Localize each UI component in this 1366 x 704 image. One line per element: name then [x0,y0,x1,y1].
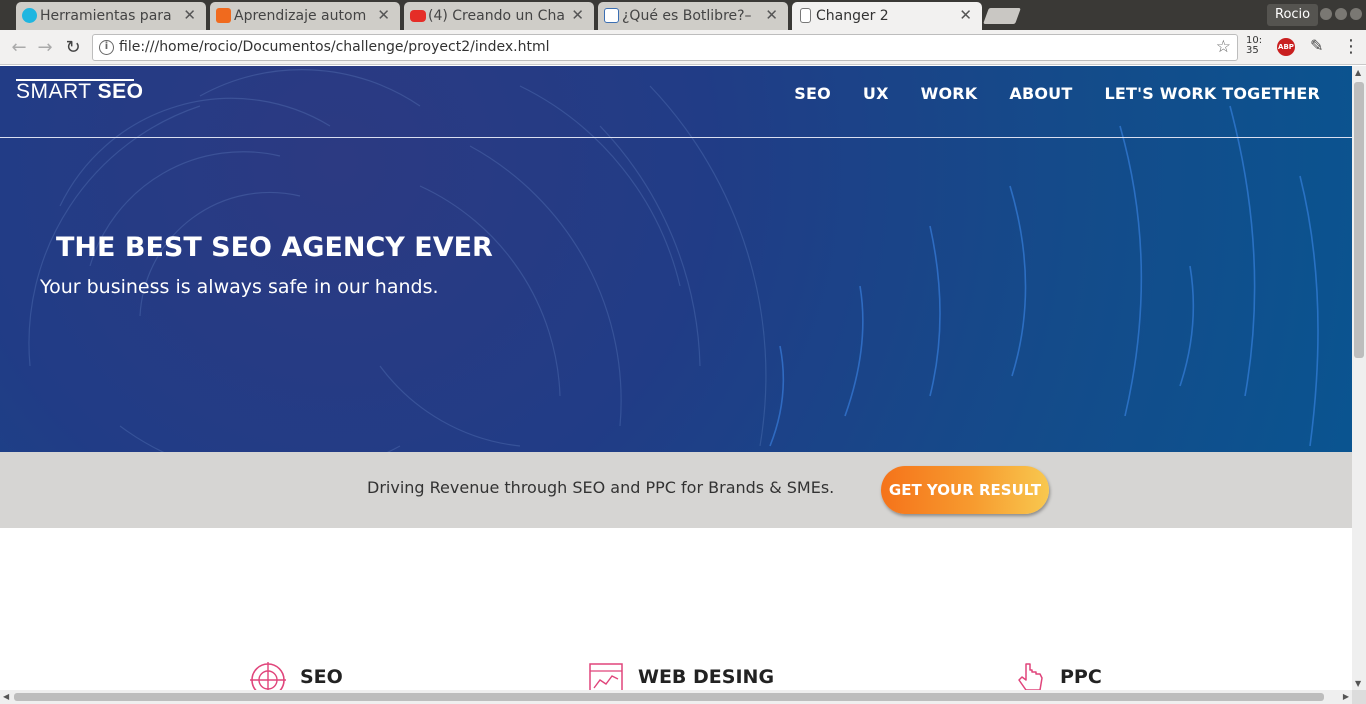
clock-extension-icon[interactable]: 10: 35 [1246,36,1262,56]
info-icon[interactable]: i [99,40,114,55]
tab-herramientas[interactable]: Herramientas para ✕ [16,2,206,30]
profile-button[interactable]: Rocio [1267,4,1319,26]
vertical-scrollbar[interactable]: ▲ ▼ [1352,66,1366,690]
service-ppc[interactable]: PPC [1014,662,1102,690]
browser-toolbar: ← → ↻ i file:///home/rocio/Documentos/ch… [0,30,1366,65]
nav-seo[interactable]: SEO [794,84,831,103]
tab-title: Herramientas para [40,8,172,24]
tab-botlibre[interactable]: ¿Qué es Botlibre?– ✕ [598,2,788,30]
tab-title: (4) Creando un Cha [428,8,565,24]
close-tab-icon[interactable]: ✕ [571,6,584,24]
nav-lets-work-together[interactable]: LET'S WORK TOGETHER [1104,84,1320,103]
logo-bold-text: SEO [97,80,144,103]
site-logo[interactable]: SMART SEO [16,79,144,104]
horizontal-scrollbar[interactable]: ◀ ▶ [0,690,1352,704]
vertical-scroll-thumb[interactable] [1354,82,1364,358]
hero-section: SMART SEO SEO UX WORK ABOUT LET'S WORK T… [0,66,1352,452]
service-label: SEO [300,666,343,688]
document-icon [800,8,811,23]
services-row: SEO WEB DESING PPC [0,662,1352,690]
address-bar[interactable]: i file:///home/rocio/Documentos/challeng… [92,34,1238,61]
service-label: PPC [1060,666,1102,688]
nav-work[interactable]: WORK [921,84,978,103]
scrollbar-corner [1352,690,1366,704]
bookmark-star-icon[interactable]: ☆ [1216,37,1231,57]
get-your-result-button[interactable]: GET YOUR RESULT [881,466,1049,514]
hero-title: THE BEST SEO AGENCY EVER [56,232,493,263]
page-icon [604,8,619,23]
close-tab-icon[interactable]: ✕ [377,6,390,24]
close-tab-icon[interactable]: ✕ [959,6,972,24]
forward-icon[interactable]: → [34,37,56,59]
nav-about[interactable]: ABOUT [1009,84,1072,103]
main-navigation: SEO UX WORK ABOUT LET'S WORK TOGETHER [794,84,1320,103]
tab-youtube[interactable]: (4) Creando un Cha ✕ [404,2,594,30]
cube-icon [216,8,231,23]
tab-aprendizaje[interactable]: Aprendizaje autom ✕ [210,2,400,30]
bot-icon [22,8,37,23]
logo-light-text: SMART [16,80,92,103]
minimize-icon[interactable] [1320,8,1332,20]
page-viewport: SMART SEO SEO UX WORK ABOUT LET'S WORK T… [0,66,1352,690]
chart-icon [589,663,623,690]
header-divider [0,137,1352,138]
service-web-desing[interactable]: WEB DESING [588,662,774,690]
close-window-icon[interactable] [1350,8,1362,20]
maximize-icon[interactable] [1335,8,1347,20]
tab-title: Changer 2 [816,8,889,24]
scroll-right-icon[interactable]: ▶ [1343,692,1349,701]
hero-subtitle: Your business is always safe in our hand… [40,276,439,298]
new-tab-button[interactable] [983,8,1021,24]
target-icon [250,662,286,690]
service-seo[interactable]: SEO [250,662,343,690]
tab-title: ¿Qué es Botlibre?– [622,8,752,24]
cta-band: Driving Revenue through SEO and PPC for … [0,452,1352,528]
service-label: WEB DESING [638,666,775,688]
eyedropper-icon[interactable]: ✎ [1310,36,1323,55]
browser-tab-strip: Herramientas para ✕ Aprendizaje autom ✕ … [0,0,1366,30]
nav-ux[interactable]: UX [863,84,889,103]
pointer-icon [1018,663,1043,690]
tagline: Driving Revenue through SEO and PPC for … [367,478,835,497]
window-controls [1320,8,1362,20]
scroll-left-icon[interactable]: ◀ [3,692,9,701]
close-tab-icon[interactable]: ✕ [183,6,196,24]
tab-title: Aprendizaje autom [234,8,367,24]
adblock-icon[interactable]: ABP [1277,38,1295,56]
horizontal-scroll-thumb[interactable] [14,693,1324,701]
logo-bar [16,79,134,81]
youtube-icon [410,10,426,22]
scroll-down-icon[interactable]: ▼ [1355,679,1361,688]
close-tab-icon[interactable]: ✕ [765,6,778,24]
reload-icon[interactable]: ↻ [62,37,84,59]
back-icon[interactable]: ← [8,37,30,59]
tab-changer-2[interactable]: Changer 2 ✕ [792,2,982,30]
url-text: file:///home/rocio/Documentos/challenge/… [119,39,550,55]
scroll-up-icon[interactable]: ▲ [1355,68,1361,77]
menu-icon[interactable]: ⋮ [1342,36,1360,57]
